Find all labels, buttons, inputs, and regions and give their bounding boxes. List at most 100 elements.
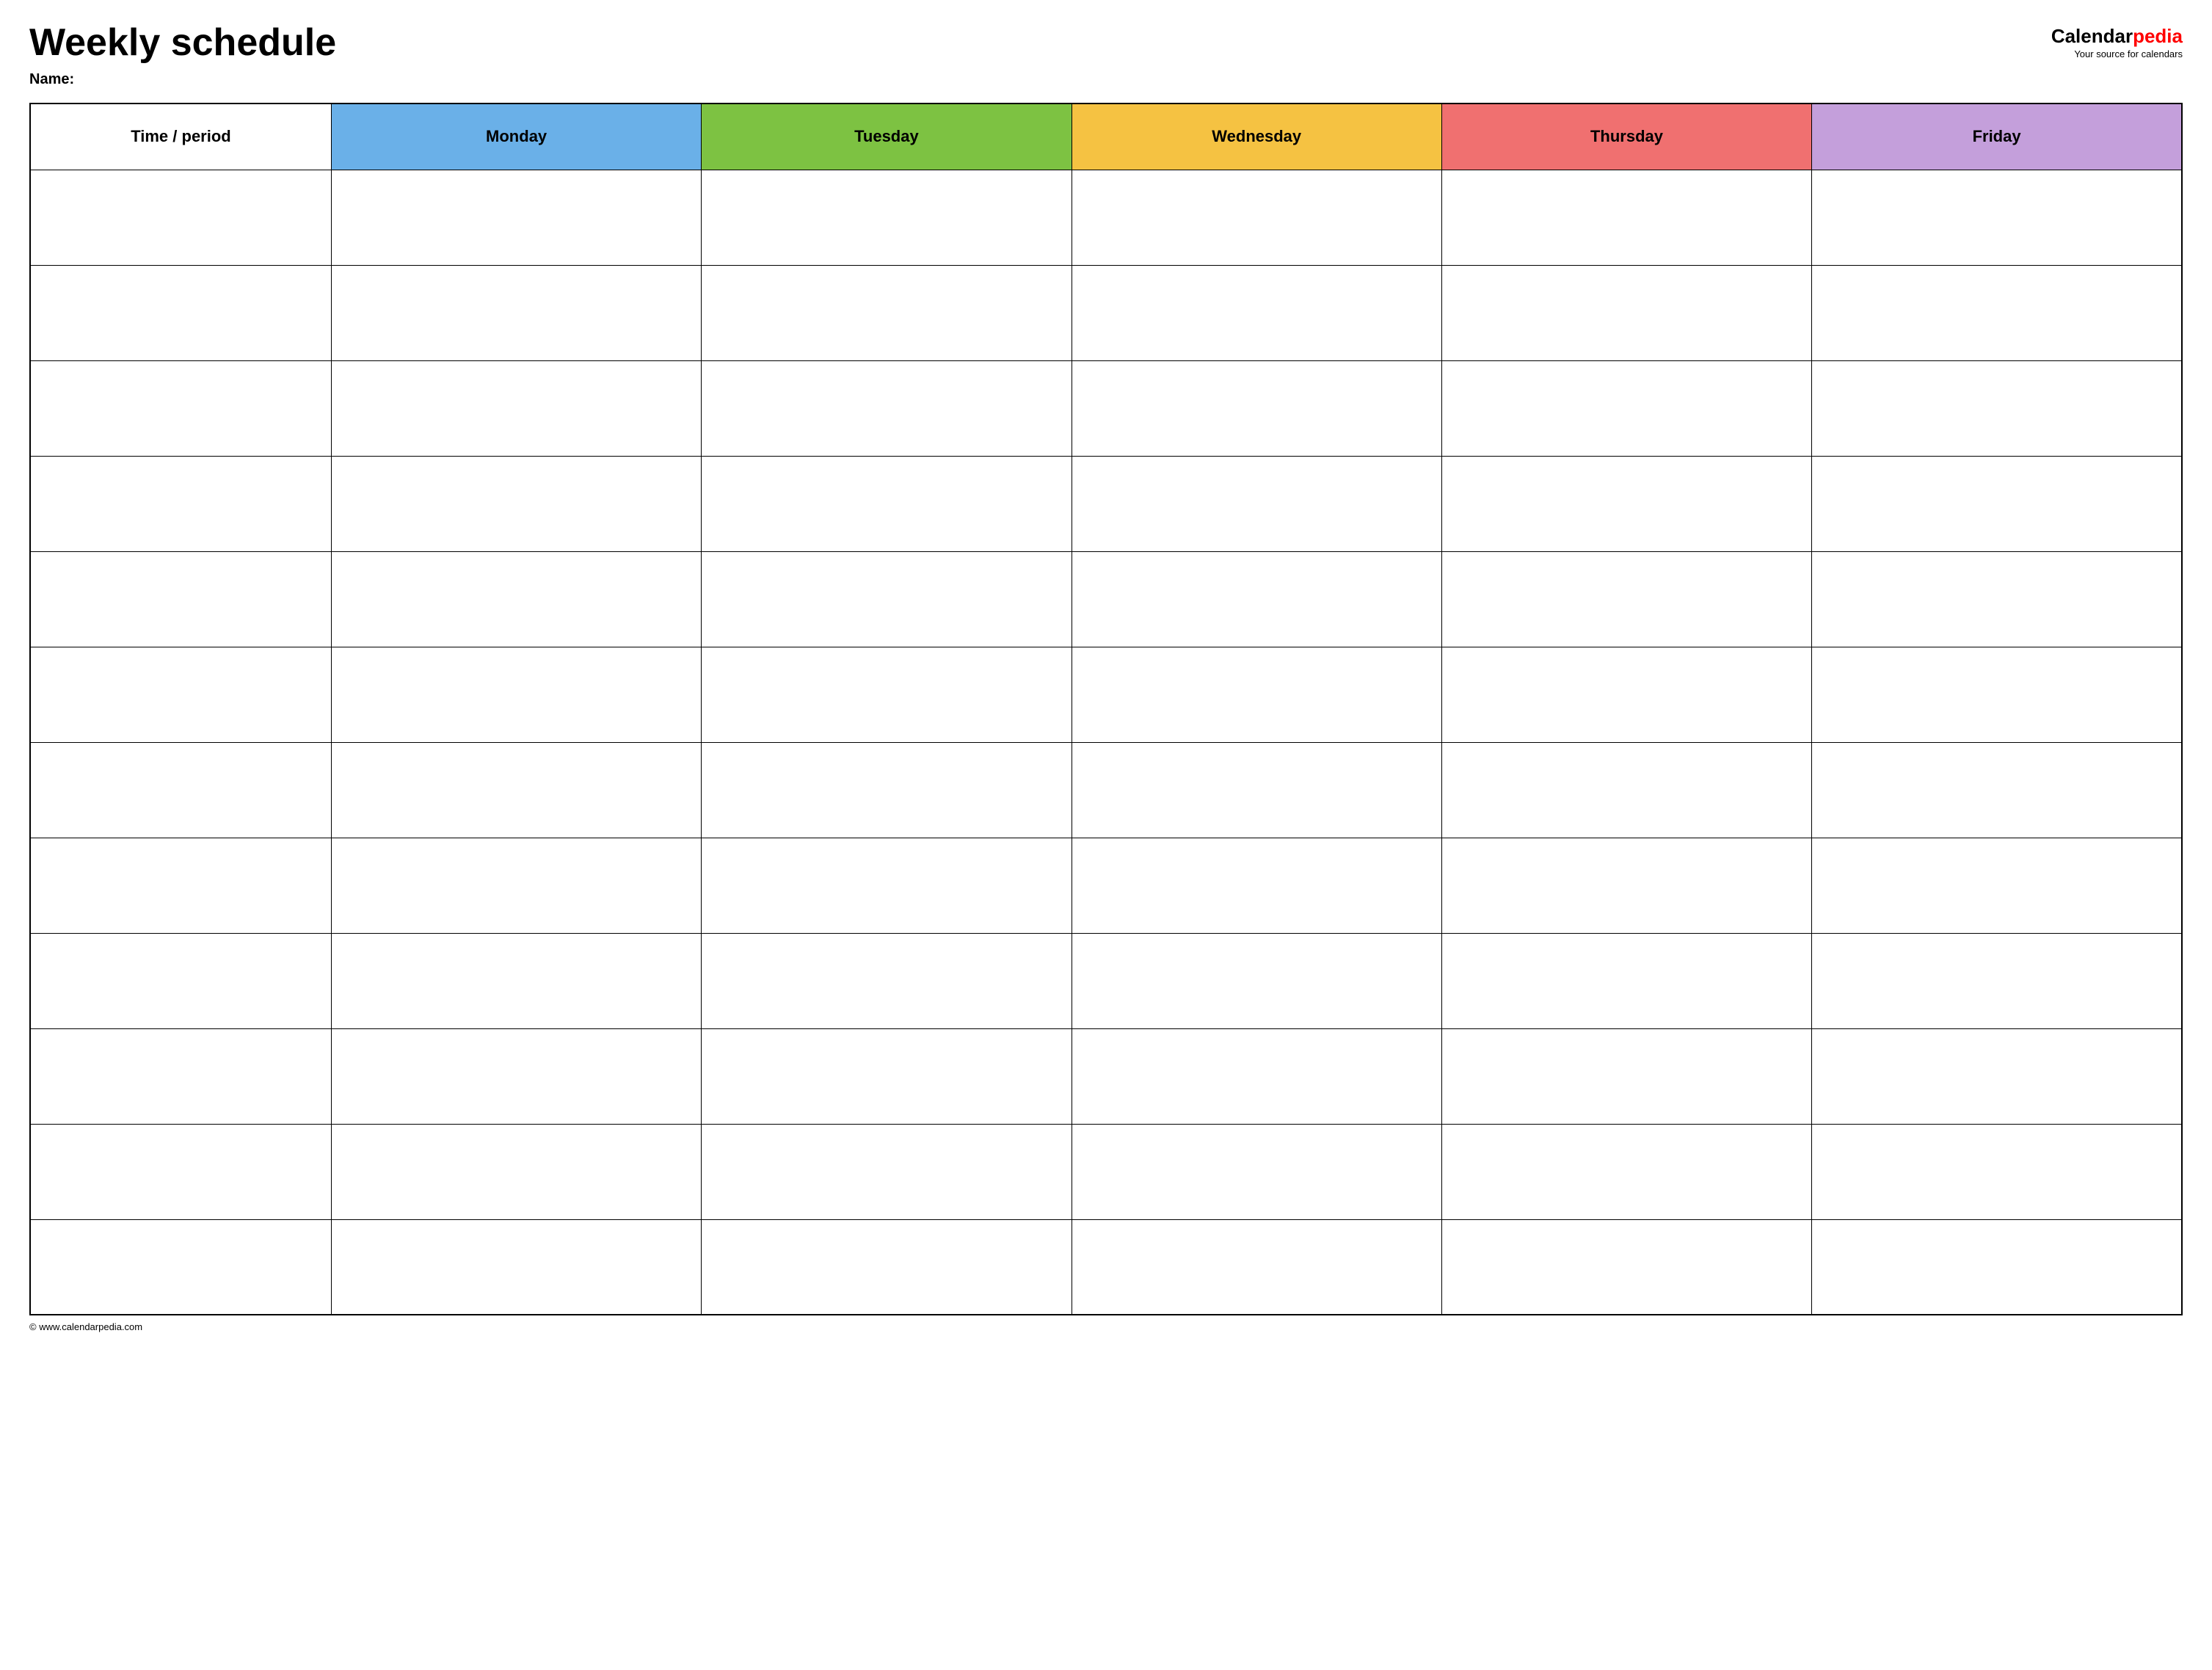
cell-row3-col4[interactable] bbox=[1441, 456, 1811, 551]
cell-row7-col1[interactable] bbox=[331, 838, 701, 933]
cell-row11-col4[interactable] bbox=[1441, 1219, 1811, 1315]
table-row bbox=[30, 360, 2182, 456]
table-row bbox=[30, 265, 2182, 360]
cell-row9-col3[interactable] bbox=[1072, 1028, 1441, 1124]
cell-row6-col4[interactable] bbox=[1441, 742, 1811, 838]
cell-row1-col3[interactable] bbox=[1072, 265, 1441, 360]
cell-row4-col4[interactable] bbox=[1441, 551, 1811, 647]
table-row bbox=[30, 1028, 2182, 1124]
cell-row2-col3[interactable] bbox=[1072, 360, 1441, 456]
col-header-friday: Friday bbox=[1812, 104, 2182, 170]
cell-row2-col0[interactable] bbox=[30, 360, 331, 456]
cell-row6-col0[interactable] bbox=[30, 742, 331, 838]
cell-row4-col0[interactable] bbox=[30, 551, 331, 647]
col-header-wednesday: Wednesday bbox=[1072, 104, 1441, 170]
table-row bbox=[30, 742, 2182, 838]
col-header-tuesday: Tuesday bbox=[702, 104, 1072, 170]
cell-row3-col5[interactable] bbox=[1812, 456, 2182, 551]
name-label: Name: bbox=[29, 71, 2051, 88]
cell-row8-col5[interactable] bbox=[1812, 933, 2182, 1028]
cell-row2-col5[interactable] bbox=[1812, 360, 2182, 456]
cell-row8-col4[interactable] bbox=[1441, 933, 1811, 1028]
logo-area: Calendarpedia Your source for calendars bbox=[2051, 26, 2183, 59]
cell-row11-col3[interactable] bbox=[1072, 1219, 1441, 1315]
cell-row5-col5[interactable] bbox=[1812, 647, 2182, 742]
cell-row2-col2[interactable] bbox=[702, 360, 1072, 456]
table-row bbox=[30, 838, 2182, 933]
cell-row9-col4[interactable] bbox=[1441, 1028, 1811, 1124]
cell-row3-col2[interactable] bbox=[702, 456, 1072, 551]
cell-row2-col4[interactable] bbox=[1441, 360, 1811, 456]
cell-row7-col3[interactable] bbox=[1072, 838, 1441, 933]
col-header-monday: Monday bbox=[331, 104, 701, 170]
cell-row8-col2[interactable] bbox=[702, 933, 1072, 1028]
cell-row7-col0[interactable] bbox=[30, 838, 331, 933]
cell-row1-col1[interactable] bbox=[331, 265, 701, 360]
cell-row9-col1[interactable] bbox=[331, 1028, 701, 1124]
cell-row4-col5[interactable] bbox=[1812, 551, 2182, 647]
cell-row5-col3[interactable] bbox=[1072, 647, 1441, 742]
cell-row8-col1[interactable] bbox=[331, 933, 701, 1028]
cell-row7-col4[interactable] bbox=[1441, 838, 1811, 933]
cell-row10-col4[interactable] bbox=[1441, 1124, 1811, 1219]
cell-row3-col1[interactable] bbox=[331, 456, 701, 551]
table-row bbox=[30, 933, 2182, 1028]
cell-row5-col4[interactable] bbox=[1441, 647, 1811, 742]
cell-row6-col5[interactable] bbox=[1812, 742, 2182, 838]
cell-row6-col1[interactable] bbox=[331, 742, 701, 838]
cell-row10-col2[interactable] bbox=[702, 1124, 1072, 1219]
title-area: Weekly schedule Name: bbox=[29, 22, 2051, 88]
cell-row8-col3[interactable] bbox=[1072, 933, 1441, 1028]
cell-row5-col1[interactable] bbox=[331, 647, 701, 742]
logo-text: Calendarpedia bbox=[2051, 26, 2183, 47]
schedule-table: Time / period Monday Tuesday Wednesday T… bbox=[29, 103, 2183, 1315]
cell-row6-col3[interactable] bbox=[1072, 742, 1441, 838]
schedule-body bbox=[30, 170, 2182, 1315]
cell-row4-col1[interactable] bbox=[331, 551, 701, 647]
cell-row7-col2[interactable] bbox=[702, 838, 1072, 933]
cell-row3-col3[interactable] bbox=[1072, 456, 1441, 551]
cell-row0-col1[interactable] bbox=[331, 170, 701, 265]
cell-row2-col1[interactable] bbox=[331, 360, 701, 456]
cell-row7-col5[interactable] bbox=[1812, 838, 2182, 933]
table-row bbox=[30, 551, 2182, 647]
cell-row1-col5[interactable] bbox=[1812, 265, 2182, 360]
cell-row0-col5[interactable] bbox=[1812, 170, 2182, 265]
cell-row11-col2[interactable] bbox=[702, 1219, 1072, 1315]
cell-row0-col2[interactable] bbox=[702, 170, 1072, 265]
cell-row9-col2[interactable] bbox=[702, 1028, 1072, 1124]
cell-row1-col2[interactable] bbox=[702, 265, 1072, 360]
col-header-thursday: Thursday bbox=[1441, 104, 1811, 170]
cell-row3-col0[interactable] bbox=[30, 456, 331, 551]
cell-row0-col3[interactable] bbox=[1072, 170, 1441, 265]
cell-row10-col3[interactable] bbox=[1072, 1124, 1441, 1219]
cell-row11-col0[interactable] bbox=[30, 1219, 331, 1315]
footer-text: © www.calendarpedia.com bbox=[29, 1321, 142, 1332]
cell-row11-col1[interactable] bbox=[331, 1219, 701, 1315]
table-row bbox=[30, 456, 2182, 551]
cell-row0-col4[interactable] bbox=[1441, 170, 1811, 265]
cell-row4-col3[interactable] bbox=[1072, 551, 1441, 647]
cell-row6-col2[interactable] bbox=[702, 742, 1072, 838]
cell-row5-col2[interactable] bbox=[702, 647, 1072, 742]
cell-row9-col0[interactable] bbox=[30, 1028, 331, 1124]
cell-row9-col5[interactable] bbox=[1812, 1028, 2182, 1124]
page-title: Weekly schedule bbox=[29, 22, 2051, 64]
cell-row4-col2[interactable] bbox=[702, 551, 1072, 647]
cell-row0-col0[interactable] bbox=[30, 170, 331, 265]
cell-row1-col0[interactable] bbox=[30, 265, 331, 360]
logo-pedia: pedia bbox=[2133, 25, 2183, 47]
cell-row1-col4[interactable] bbox=[1441, 265, 1811, 360]
col-header-time: Time / period bbox=[30, 104, 331, 170]
cell-row10-col0[interactable] bbox=[30, 1124, 331, 1219]
footer: © www.calendarpedia.com bbox=[29, 1321, 2183, 1332]
table-row bbox=[30, 170, 2182, 265]
cell-row11-col5[interactable] bbox=[1812, 1219, 2182, 1315]
cell-row8-col0[interactable] bbox=[30, 933, 331, 1028]
logo-calendar: Calendar bbox=[2051, 25, 2133, 47]
cell-row5-col0[interactable] bbox=[30, 647, 331, 742]
logo-tagline: Your source for calendars bbox=[2074, 48, 2183, 59]
cell-row10-col5[interactable] bbox=[1812, 1124, 2182, 1219]
cell-row10-col1[interactable] bbox=[331, 1124, 701, 1219]
table-row bbox=[30, 1219, 2182, 1315]
